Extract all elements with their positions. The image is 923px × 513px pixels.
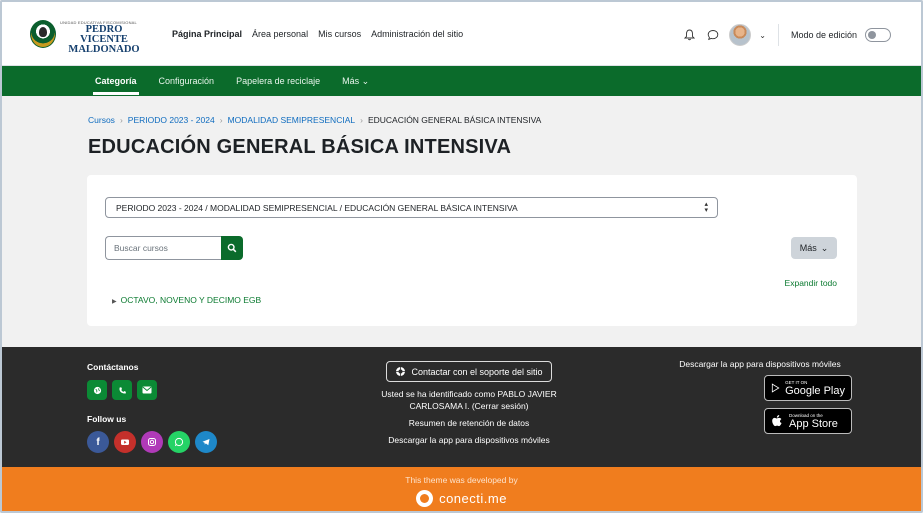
email-icon[interactable] xyxy=(137,380,157,400)
category-card: PERIODO 2023 - 2024 / MODALIDAD SEMIPRES… xyxy=(87,175,857,326)
search-button[interactable] xyxy=(221,236,243,260)
logo-line-2: MALDONADO xyxy=(68,44,140,55)
contact-icons xyxy=(87,380,157,400)
developer-brand-name: conecti.me xyxy=(439,491,507,506)
divider xyxy=(777,24,779,46)
tab-more-label: Más xyxy=(342,75,360,86)
nav-dashboard[interactable]: Área personal xyxy=(252,29,308,39)
expand-all-link[interactable]: Expandir todo xyxy=(785,278,837,288)
chevron-down-icon[interactable]: ⌄ xyxy=(759,31,766,40)
facebook-icon[interactable]: f xyxy=(87,431,109,453)
subcategory-item[interactable]: ▶ OCTAVO, NOVENO Y DECIMO EGB xyxy=(112,295,261,305)
school-logo[interactable]: UNIDAD EDUCATIVA FISCOMISIONAL PEDRO VIC… xyxy=(30,20,150,55)
school-seal-icon xyxy=(30,20,56,48)
get-app-link[interactable]: Descargar la app para dispositivos móvil… xyxy=(362,434,576,446)
bell-icon[interactable] xyxy=(681,27,697,43)
google-play-icon xyxy=(771,383,780,393)
developer-text: This theme was developed by xyxy=(405,475,518,485)
top-navbar: UNIDAD EDUCATIVA FISCOMISIONAL PEDRO VIC… xyxy=(2,2,921,66)
breadcrumb-modality[interactable]: MODALIDAD SEMIPRESENCIAL xyxy=(228,115,356,125)
search-input[interactable]: Buscar cursos xyxy=(105,236,221,260)
whatsapp-icon[interactable] xyxy=(168,431,190,453)
phone-icon[interactable] xyxy=(112,380,132,400)
support-button[interactable]: Contactar con el soporte del sitio xyxy=(386,361,552,382)
subcategory-label: OCTAVO, NOVENO Y DECIMO EGB xyxy=(120,295,262,305)
edit-mode-label: Modo de edición xyxy=(790,30,857,40)
nav-home[interactable]: Página Principal xyxy=(172,29,242,39)
mobile-app-section: Descargar la app para dispositivos móvil… xyxy=(665,359,855,369)
telegram-icon[interactable] xyxy=(195,431,217,453)
breadcrumb-current: EDUCACIÓN GENERAL BÁSICA INTENSIVA xyxy=(367,115,542,125)
page-title: EDUCACIÓN GENERAL BÁSICA INTENSIVA xyxy=(88,136,512,158)
primary-nav: Página Principal Área personal Mis curso… xyxy=(172,29,463,39)
support-button-label: Contactar con el soporte del sitio xyxy=(411,366,543,377)
logo-text: PEDRO VICENTE MALDONADO xyxy=(62,24,146,55)
select-arrows-icon: ▴ ▾ xyxy=(704,201,708,214)
more-button[interactable]: Más ⌄ xyxy=(791,237,837,259)
secondary-nav: Categoría Configuración Papelera de reci… xyxy=(2,66,921,96)
data-retention-link[interactable]: Resumen de retención de datos xyxy=(362,417,576,429)
logged-in-text: Usted se ha identificado como PABLO JAVI… xyxy=(381,389,557,411)
breadcrumb-separator-icon: › xyxy=(360,115,363,125)
logo-line-1: PEDRO VICENTE xyxy=(80,24,128,45)
follow-title: Follow us xyxy=(87,414,127,424)
breadcrumb-separator-icon: › xyxy=(219,115,223,125)
category-select[interactable]: PERIODO 2023 - 2024 / MODALIDAD SEMIPRES… xyxy=(105,197,718,218)
user-avatar[interactable] xyxy=(729,24,752,46)
breadcrumb-period[interactable]: PERIODO 2023 - 2024 xyxy=(128,115,215,125)
lifebuoy-icon xyxy=(396,367,406,376)
edit-mode-toggle[interactable] xyxy=(865,28,891,42)
breadcrumb-separator-icon: › xyxy=(119,115,123,125)
social-icons: f xyxy=(87,431,217,453)
user-controls: ⌄ Modo de edición xyxy=(681,24,891,46)
youtube-icon[interactable] xyxy=(114,431,136,453)
mobile-app-title: Descargar la app para dispositivos móvil… xyxy=(679,359,841,369)
category-select-value: PERIODO 2023 - 2024 / MODALIDAD SEMIPRES… xyxy=(116,203,518,213)
more-button-label: Más xyxy=(799,243,817,253)
developer-brand[interactable]: conecti.me xyxy=(416,490,507,507)
breadcrumb-courses[interactable]: Cursos xyxy=(88,115,115,125)
search-icon xyxy=(227,243,237,253)
course-search: Buscar cursos xyxy=(105,236,243,260)
tab-settings[interactable]: Configuración xyxy=(159,76,215,86)
nav-site-admin[interactable]: Administración del sitio xyxy=(371,29,463,39)
google-play-big: Google Play xyxy=(785,384,845,397)
tab-category[interactable]: Categoría xyxy=(93,76,139,95)
tab-more[interactable]: Más ⌄ xyxy=(342,76,369,87)
chevron-down-icon: ⌄ xyxy=(820,242,829,253)
app-store-badge[interactable]: Download on the App Store xyxy=(764,408,852,434)
contact-title: Contáctanos xyxy=(87,362,139,372)
tab-recycle-bin[interactable]: Papelera de reciclaje xyxy=(236,76,320,86)
app-store-big: App Store xyxy=(789,417,838,430)
developer-bar: This theme was developed by conecti.me xyxy=(2,467,921,511)
footer-center: Contactar con el soporte del sitio Usted… xyxy=(362,361,576,446)
globe-icon[interactable] xyxy=(87,380,107,400)
conectime-logo-icon xyxy=(416,490,434,507)
instagram-icon[interactable] xyxy=(141,431,163,453)
breadcrumb: Cursos › PERIODO 2023 - 2024 › MODALIDAD… xyxy=(88,115,541,125)
nav-my-courses[interactable]: Mis cursos xyxy=(318,29,361,39)
apple-icon xyxy=(772,415,782,427)
footer: Contáctanos Follow us f Contactar con el xyxy=(2,347,921,467)
caret-right-icon: ▶ xyxy=(112,299,117,305)
chat-icon[interactable] xyxy=(705,27,721,43)
google-play-badge[interactable]: GET IT ON Google Play xyxy=(764,375,852,401)
chevron-down-icon: ⌄ xyxy=(361,75,370,86)
